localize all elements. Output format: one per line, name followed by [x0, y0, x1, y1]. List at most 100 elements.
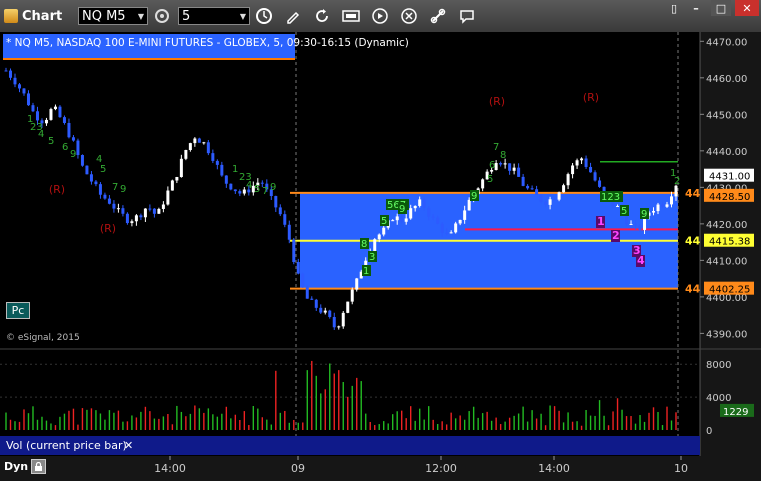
- candle-body: [544, 201, 548, 205]
- candle-body: [355, 278, 359, 290]
- candle-body: [580, 158, 584, 161]
- candle-body: [157, 208, 161, 214]
- candle-body: [409, 208, 413, 219]
- candle-body: [224, 175, 228, 184]
- settings-button[interactable]: [152, 6, 172, 26]
- candle-body: [575, 160, 579, 166]
- close-icon: ✕: [742, 1, 752, 15]
- candle-body: [49, 109, 53, 120]
- candle-body: [85, 165, 89, 175]
- candle-body: [337, 326, 341, 328]
- price-tick-label: 4470.00: [706, 37, 747, 48]
- count-marker: 4: [246, 180, 252, 191]
- candle-body: [404, 218, 408, 222]
- candle-body: [76, 140, 80, 156]
- candle-body: [71, 137, 75, 141]
- candle-body: [503, 163, 507, 165]
- candle-body: [413, 205, 417, 209]
- cancel-button[interactable]: [399, 6, 419, 26]
- clock-icon: [256, 8, 272, 24]
- play-icon: [372, 8, 388, 24]
- candle-body: [197, 138, 201, 143]
- restore-button[interactable]: ▯: [668, 0, 680, 16]
- count-box-label: 123: [601, 192, 620, 203]
- candle-body: [377, 234, 381, 240]
- candle-body: [535, 189, 539, 195]
- lock-button[interactable]: [31, 459, 47, 474]
- interval-combo[interactable]: 5 ▼: [178, 7, 250, 25]
- candle-body: [670, 196, 674, 205]
- price-tick-label: 4390.00: [706, 329, 747, 340]
- draw-button[interactable]: [283, 6, 303, 26]
- candle-body: [319, 307, 323, 313]
- candle-body: [4, 70, 8, 72]
- reversal-marker: (R): [489, 95, 505, 108]
- close-icon[interactable]: ✕: [124, 439, 134, 452]
- candle-body: [674, 185, 678, 197]
- symbol-value: NQ M5: [82, 9, 126, 24]
- refresh-button[interactable]: [312, 6, 332, 26]
- volume-current-label: 1229: [723, 407, 748, 418]
- close-button[interactable]: ✕: [735, 0, 759, 16]
- price-label: 4428.50: [709, 192, 750, 203]
- count-marker: 5: [48, 136, 54, 147]
- candle-body: [22, 88, 26, 94]
- count-marker: 5: [254, 184, 260, 195]
- candle-body: [170, 180, 174, 191]
- app-title-text: Chart: [22, 8, 63, 24]
- count-marker: 8: [500, 150, 506, 161]
- symbol-combo[interactable]: NQ M5 ▼: [78, 7, 148, 25]
- candle-body: [202, 142, 206, 144]
- cancel-icon: [401, 8, 417, 24]
- candle-body: [310, 298, 314, 300]
- candle-body: [130, 221, 134, 224]
- clock-button[interactable]: [254, 6, 274, 26]
- candle-body: [616, 206, 620, 208]
- level-tag: 44: [685, 187, 701, 200]
- pc-button[interactable]: Pc: [6, 302, 30, 319]
- candle-body: [26, 93, 30, 106]
- comment-button[interactable]: [457, 6, 477, 26]
- price-chart[interactable]: (R)(R)(R) (R)1234569 457 91234 5 7 97865125567…: [0, 32, 761, 350]
- candle-body: [35, 111, 39, 121]
- count-marker: 5: [487, 174, 493, 185]
- lock-icon: [35, 462, 43, 471]
- candle-body: [80, 155, 84, 166]
- candle-body: [94, 181, 98, 185]
- link-button[interactable]: [428, 6, 448, 26]
- candle-body: [499, 163, 503, 165]
- count-box-label: 5: [621, 206, 627, 217]
- price-label: 4415.38: [709, 237, 750, 248]
- count-marker: 9: [120, 184, 126, 195]
- candle-body: [103, 194, 107, 199]
- candle-body: [53, 106, 57, 110]
- volume-panel-label: Vol (current price bar): [0, 436, 135, 455]
- candle-body: [44, 119, 48, 124]
- volume-panel-label-text: Vol (current price bar): [6, 439, 127, 452]
- price-tick-label: 4410.00: [706, 256, 747, 267]
- candle-body: [652, 211, 656, 213]
- candle-body: [31, 105, 35, 112]
- candle-body: [98, 184, 102, 195]
- comment-icon: [460, 10, 474, 24]
- count-box-label: 8: [361, 239, 367, 250]
- study-button[interactable]: [341, 6, 361, 26]
- level-tag: 44: [685, 283, 701, 296]
- price-tick-label: 4420.00: [706, 220, 747, 231]
- candle-body: [193, 138, 197, 144]
- play-button[interactable]: [370, 6, 390, 26]
- candle-body: [350, 289, 354, 302]
- maximize-button[interactable]: □: [711, 0, 731, 16]
- candle-body: [584, 158, 588, 167]
- restore-icon: ▯: [670, 1, 678, 15]
- candle-body: [134, 215, 138, 222]
- candle-body: [206, 142, 210, 154]
- candle-body: [328, 310, 332, 317]
- candle-body: [211, 153, 215, 161]
- time-axis-bg: [0, 456, 761, 481]
- candle-body: [107, 198, 111, 204]
- minimize-button[interactable]: –: [690, 0, 702, 16]
- interval-value: 5: [182, 9, 191, 24]
- price-tick-label: 4440.00: [706, 147, 747, 158]
- candle-body: [121, 208, 125, 214]
